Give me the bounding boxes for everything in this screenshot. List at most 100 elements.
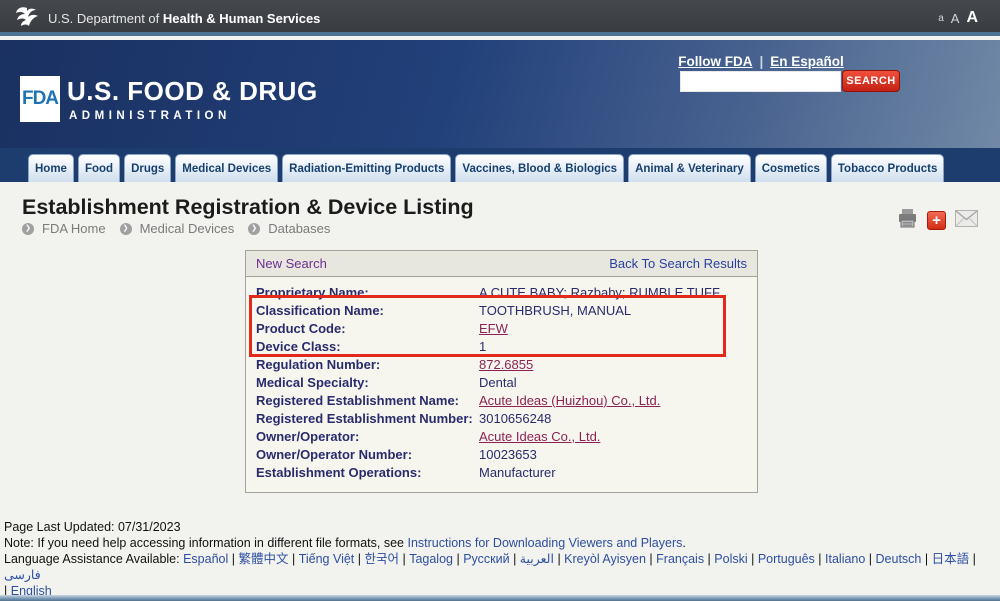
search-input[interactable] [680,71,841,92]
field-label: Regulation Number: [246,356,479,374]
link-divider: | [759,54,763,69]
device-listing-panel: New Search Back To Search Results Propri… [245,250,758,493]
language-link-[interactable]: فارسی [4,568,41,582]
field-label: Device Class: [246,338,479,356]
language-link-[interactable]: 한국어 [364,552,399,566]
new-search-link[interactable]: New Search [256,256,327,271]
breadcrumb-label: Databases [268,221,330,236]
language-link-tagalog[interactable]: Tagalog [409,552,453,566]
footer-note: Note: If you need help accessing informa… [4,535,996,551]
page-title: Establishment Registration & Device List… [22,195,474,220]
print-icon[interactable] [897,208,918,233]
language-assistance: Language Assistance Available: Español |… [4,551,996,599]
breadcrumb-fda-home[interactable]: FDA Home [22,221,106,236]
tab-home[interactable]: Home [28,154,74,182]
field-label: Product Code: [246,320,479,338]
font-size-small-button[interactable]: a [938,13,944,24]
field-value: Manufacturer [479,464,556,482]
en-espanol-link[interactable]: En Español [770,54,844,69]
downloading-viewers-link[interactable]: Instructions for Downloading Viewers and… [407,536,682,550]
field-row-product-code: Product Code:EFW [246,320,757,338]
tab-cosmetics[interactable]: Cosmetics [755,154,827,182]
field-label: Owner/Operator: [246,428,479,446]
font-size-controls: a A A [938,0,978,36]
follow-fda-link[interactable]: Follow FDA [678,54,752,69]
fda-logo[interactable]: FDA [20,76,60,122]
panel-body: Proprietary Name:A CUTE BABY; Razbaby; R… [246,277,757,482]
page-action-icons: + [897,208,978,233]
language-link-[interactable]: 日本語 [932,552,970,566]
field-value-link[interactable]: Acute Ideas (Huizhou) Co., Ltd. [479,392,660,410]
language-link-[interactable]: العربية [520,552,554,566]
breadcrumb-databases[interactable]: Databases [248,221,330,236]
tab-medical-devices[interactable]: Medical Devices [175,154,278,182]
share-icon[interactable]: + [927,211,946,230]
field-value-link[interactable]: EFW [479,320,508,338]
tab-vaccines-blood-biologics[interactable]: Vaccines, Blood & Biologics [455,154,624,182]
breadcrumb-label: FDA Home [42,221,106,236]
field-label: Registered Establishment Number: [246,410,479,428]
language-link-[interactable]: 繁體中文 [238,552,288,566]
tab-tobacco-products[interactable]: Tobacco Products [831,154,944,182]
field-value: 3010656248 [479,410,551,428]
field-row-medical-specialty: Medical Specialty:Dental [246,374,757,392]
back-to-search-results-link[interactable]: Back To Search Results [609,256,747,271]
language-link-[interactable]: Русский [463,552,509,566]
field-row-registered-establishment-name: Registered Establishment Name:Acute Idea… [246,392,757,410]
field-label: Medical Specialty: [246,374,479,392]
breadcrumb-medical-devices[interactable]: Medical Devices [120,221,235,236]
breadcrumb: FDA Home Medical Devices Databases [22,221,330,236]
field-value-link[interactable]: Acute Ideas Co., Ltd. [479,428,600,446]
tab-food[interactable]: Food [78,154,120,182]
breadcrumb-arrow-icon [248,223,260,235]
field-label: Owner/Operator Number: [246,446,479,464]
field-value: 1 [479,338,486,356]
field-row-registered-establishment-number: Registered Establishment Number:30106562… [246,410,757,428]
field-row-proprietary-name: Proprietary Name:A CUTE BABY; Razbaby; R… [246,284,757,302]
field-row-regulation-number: Regulation Number:872.6855 [246,356,757,374]
language-link-espa-ol[interactable]: Español [183,552,228,566]
field-row-device-class: Device Class:1 [246,338,757,356]
field-value: A CUTE BABY; Razbaby; RUMBLE TUFF [479,284,720,302]
language-link-italiano[interactable]: Italiano [825,552,865,566]
field-label: Establishment Operations: [246,464,479,482]
field-label: Classification Name: [246,302,479,320]
language-link-polski[interactable]: Polski [714,552,747,566]
breadcrumb-arrow-icon [120,223,132,235]
footer-bottom-bar [0,595,1000,601]
tab-animal-veterinary[interactable]: Animal & Veterinary [628,154,751,182]
hhs-eagle-icon [14,5,40,32]
field-value: TOOTHBRUSH, MANUAL [479,302,631,320]
field-value: Dental [479,374,517,392]
font-size-large-button[interactable]: A [966,9,978,27]
field-row-classification-name: Classification Name:TOOTHBRUSH, MANUAL [246,302,757,320]
banner-title: U.S. FOOD & DRUG [67,76,318,107]
field-value-link[interactable]: 872.6855 [479,356,533,374]
field-row-establishment-operations: Establishment Operations:Manufacturer [246,464,757,482]
font-size-medium-button[interactable]: A [951,11,960,26]
hhs-top-bar: U.S. Department of Health & Human Servic… [0,0,1000,36]
tab-radiation-emitting-products[interactable]: Radiation-Emitting Products [282,154,451,182]
field-label: Registered Establishment Name: [246,392,479,410]
language-link-deutsch[interactable]: Deutsch [876,552,922,566]
field-row-owner-operator-number: Owner/Operator Number:10023653 [246,446,757,464]
page-last-updated: Page Last Updated: 07/31/2023 [4,519,996,535]
language-link-portugu-s[interactable]: Português [758,552,815,566]
field-label: Proprietary Name: [246,284,479,302]
breadcrumb-arrow-icon [22,223,34,235]
search-button[interactable]: SEARCH [842,70,900,92]
field-value: 10023653 [479,446,537,464]
field-row-owner-operator: Owner/Operator:Acute Ideas Co., Ltd. [246,428,757,446]
language-link-krey-l-ayisyen[interactable]: Kreyòl Ayisyen [564,552,646,566]
email-icon[interactable] [955,210,978,232]
breadcrumb-label: Medical Devices [140,221,235,236]
tab-drugs[interactable]: Drugs [124,154,171,182]
language-assistance-label: Language Assistance Available: [4,552,183,566]
banner-links: Follow FDA | En Español [676,54,846,69]
hhs-department-text: U.S. Department of Health & Human Servic… [48,11,320,26]
footer: Page Last Updated: 07/31/2023 Note: If y… [4,519,996,599]
language-link-fran-ais[interactable]: Français [656,552,704,566]
fda-banner: FDA U.S. FOOD & DRUG ADMINISTRATION Foll… [0,40,1000,148]
nav-tabs: HomeFoodDrugsMedical DevicesRadiation-Em… [0,148,1000,182]
language-link-ti-ng-vi-t[interactable]: Tiếng Việt [299,552,355,566]
